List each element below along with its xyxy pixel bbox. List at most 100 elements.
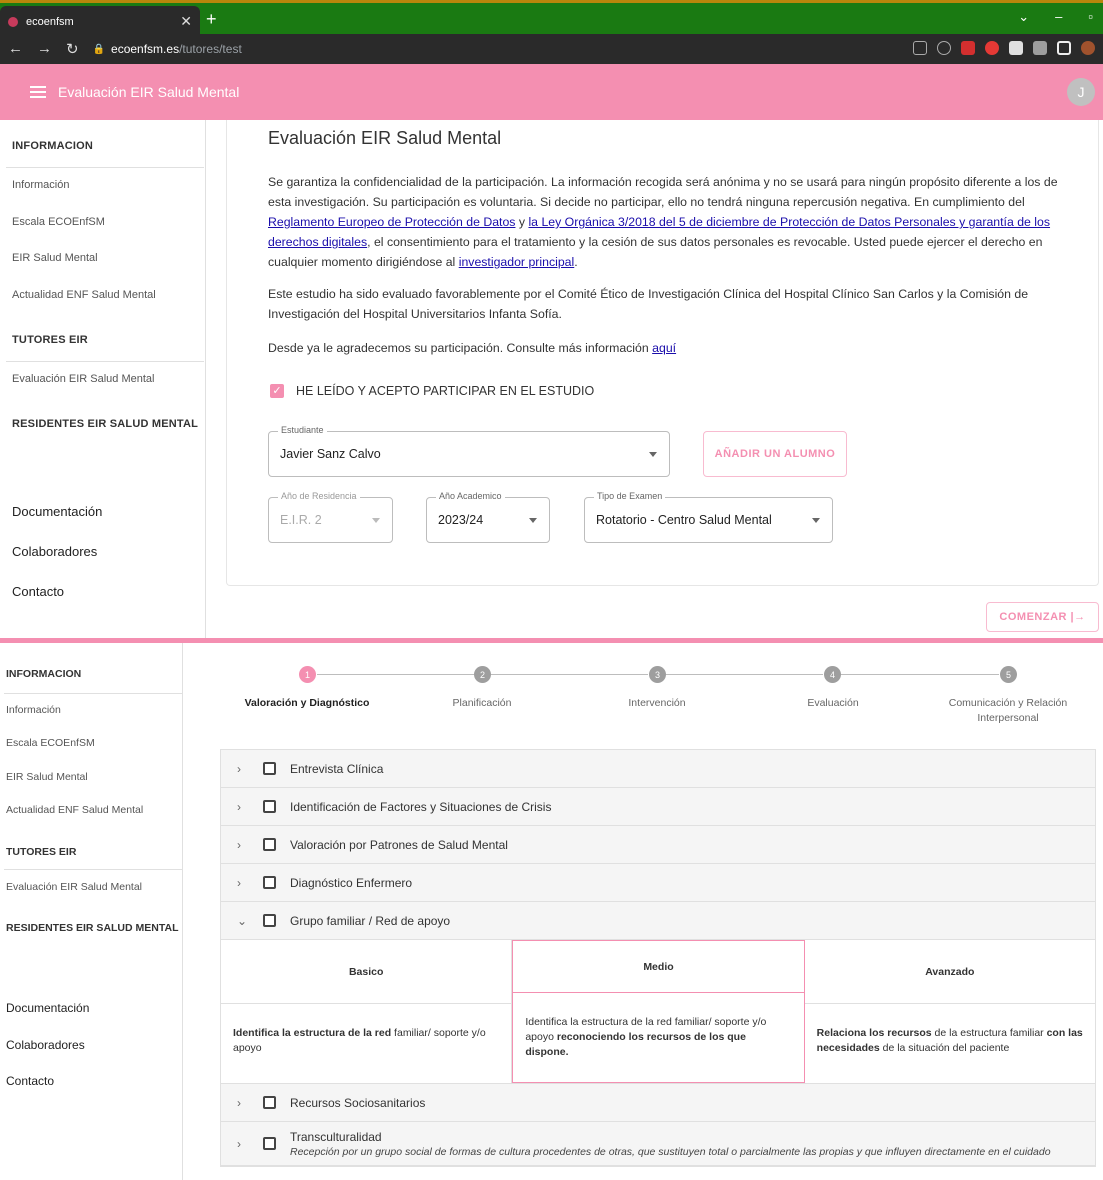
app-title: Evaluación EIR Salud Mental xyxy=(58,84,240,100)
item-checkbox[interactable] xyxy=(263,838,276,851)
accordion-item[interactable]: › Entrevista Clínica xyxy=(221,750,1095,788)
minimize-icon[interactable]: – xyxy=(1055,9,1062,25)
sidebar-item-contacto[interactable]: Contacto xyxy=(6,1074,54,1088)
accordion-item[interactable]: › Valoración por Patrones de Salud Menta… xyxy=(221,826,1095,864)
sidebar-section-informacion: INFORMACION xyxy=(12,140,94,152)
extension-icon[interactable] xyxy=(961,41,975,55)
chevron-right-icon: › xyxy=(237,875,241,890)
sidebar-item-actualidad[interactable]: Actualidad ENF Salud Mental xyxy=(6,804,143,816)
sidebar-item-informacion[interactable]: Información xyxy=(12,179,69,191)
step-2-icon[interactable]: 2 xyxy=(474,666,491,683)
thanks-paragraph: Desde ya le agradecemos su participación… xyxy=(268,341,677,355)
url-field[interactable]: 🔒 ecoenfsm.es /tutores/test xyxy=(92,38,953,60)
sidebar-item-eir[interactable]: EIR Salud Mental xyxy=(6,771,88,783)
sidebar-item-evaluacion[interactable]: Evaluación EIR Salud Mental xyxy=(12,373,154,385)
consent-checkbox-row[interactable]: ✓ HE LEÍDO Y ACEPTO PARTICIPAR EN EL EST… xyxy=(270,384,594,398)
share-icon[interactable] xyxy=(913,41,927,55)
investigator-link[interactable]: investigador principal xyxy=(459,255,575,269)
sidebar-item-contacto[interactable]: Contacto xyxy=(12,584,64,599)
level-medio[interactable]: Medio Identifica la estructura de la red… xyxy=(512,940,805,1083)
accordion-item[interactable]: › Recursos Sociosanitarios xyxy=(221,1084,1095,1122)
item-checkbox[interactable] xyxy=(263,1096,276,1109)
browser-tab[interactable]: ecoenfsm ✕ xyxy=(0,6,200,37)
item-description: Recepción por un grupo social de formas … xyxy=(290,1145,1051,1158)
item-checkbox[interactable] xyxy=(263,876,276,889)
sidebar-section-residentes[interactable]: RESIDENTES EIR SALUD MENTAL xyxy=(12,418,198,430)
extension-icon[interactable] xyxy=(985,41,999,55)
step-1-label[interactable]: Valoración y Diagnóstico xyxy=(222,696,392,711)
sidebar-item-colaboradores[interactable]: Colaboradores xyxy=(12,544,97,559)
sidebar-section-informacion: INFORMACION xyxy=(6,668,82,680)
sidebar-item-eir[interactable]: EIR Salud Mental xyxy=(12,252,98,264)
accordion-item[interactable]: › Identificación de Factores y Situacion… xyxy=(221,788,1095,826)
avatar[interactable]: J xyxy=(1067,78,1095,106)
lock-icon: 🔒 xyxy=(92,43,106,55)
accordion-item[interactable]: › Transculturalidad Recepción por un gru… xyxy=(221,1122,1095,1166)
step-5-label[interactable]: Comunicación y Relación Interpersonal xyxy=(938,696,1078,726)
tab-search-icon[interactable]: ⌄ xyxy=(1018,9,1029,25)
confidentiality-paragraph: Se garantiza la confidencialidad de la p… xyxy=(268,175,1058,269)
item-checkbox[interactable] xyxy=(263,762,276,775)
chevron-right-icon: › xyxy=(237,799,241,814)
accordion-item-expanded[interactable]: ⌄ Grupo familiar / Red de apoyo xyxy=(221,902,1095,940)
sidebar-item-escala[interactable]: Escala ECOEnfSM xyxy=(12,216,105,228)
step-1-icon[interactable]: 1 xyxy=(299,666,316,683)
back-icon[interactable]: ← xyxy=(8,40,23,58)
window-controls: ⌄ – ▫ xyxy=(1018,9,1093,25)
level-grid: Basico Identifica la estructura de la re… xyxy=(221,940,1095,1084)
item-checkbox[interactable] xyxy=(263,1137,276,1150)
sidebar-section-tutores: TUTORES EIR xyxy=(12,334,88,346)
chevron-right-icon: › xyxy=(237,837,241,852)
accordion-item[interactable]: › Diagnóstico Enfermero xyxy=(221,864,1095,902)
profile-icon[interactable] xyxy=(1081,41,1095,55)
browser-tab-bar: ecoenfsm ✕ + ⌄ – ▫ xyxy=(0,0,1103,37)
step-3-icon[interactable]: 3 xyxy=(649,666,666,683)
sidebar-item-informacion[interactable]: Información xyxy=(6,704,61,716)
level-basico[interactable]: Basico Identifica la estructura de la re… xyxy=(221,940,513,1083)
sidebar-item-escala[interactable]: Escala ECOEnfSM xyxy=(6,737,95,749)
add-student-button[interactable]: AÑADIR UN ALUMNO xyxy=(703,431,847,477)
level-avanzado[interactable]: Avanzado Relaciona los recursos de la es… xyxy=(804,940,1095,1083)
chevron-down-icon: ⌄ xyxy=(237,913,248,928)
sidebar-section-residentes[interactable]: RESIDENTES EIR SALUD MENTAL xyxy=(6,922,178,934)
tab-title: ecoenfsm xyxy=(26,15,74,28)
chevron-right-icon: › xyxy=(237,761,241,776)
sidebar-item-documentacion[interactable]: Documentación xyxy=(6,1001,89,1015)
sidebar-secondary: INFORMACION Información Escala ECOEnfSM … xyxy=(0,643,183,1180)
forward-icon[interactable]: → xyxy=(37,40,52,58)
exam-type-select[interactable]: Tipo de Examen Rotatorio - Centro Salud … xyxy=(584,491,833,543)
chevron-down-icon xyxy=(649,452,657,457)
more-info-link[interactable]: aquí xyxy=(652,341,676,355)
sidepanel-icon[interactable] xyxy=(1057,41,1071,55)
step-2-label[interactable]: Planificación xyxy=(422,696,542,711)
sidebar-item-evaluacion[interactable]: Evaluación EIR Salud Mental xyxy=(6,881,142,893)
puzzle-icon[interactable] xyxy=(1033,41,1047,55)
menu-icon[interactable] xyxy=(30,86,46,98)
gdpr-link[interactable]: Reglamento Europeo de Protección de Dato… xyxy=(268,215,515,229)
page-title: Evaluación EIR Salud Mental xyxy=(268,128,502,148)
competency-accordion: › Entrevista Clínica › Identificación de… xyxy=(220,749,1096,1167)
step-4-icon[interactable]: 4 xyxy=(824,666,841,683)
close-tab-icon[interactable]: ✕ xyxy=(180,13,192,30)
consent-checkbox[interactable]: ✓ xyxy=(270,384,284,398)
reload-icon[interactable]: ↻ xyxy=(66,40,79,58)
sidebar-section-tutores: TUTORES EIR xyxy=(6,846,77,858)
step-3-label[interactable]: Intervención xyxy=(597,696,717,711)
start-button[interactable]: COMENZAR |→ xyxy=(986,602,1099,632)
maximize-icon[interactable]: ▫ xyxy=(1088,9,1093,25)
sidebar-item-actualidad[interactable]: Actualidad ENF Salud Mental xyxy=(12,289,156,301)
academic-year-select[interactable]: Año Academico 2023/24 xyxy=(426,491,550,543)
consent-label: HE LEÍDO Y ACEPTO PARTICIPAR EN EL ESTUD… xyxy=(296,384,595,398)
new-tab-icon[interactable]: + xyxy=(206,9,217,30)
item-checkbox[interactable] xyxy=(263,800,276,813)
student-select[interactable]: Estudiante Javier Sanz Calvo xyxy=(268,425,670,477)
sidebar-item-documentacion[interactable]: Documentación xyxy=(12,504,102,519)
extension-icon[interactable] xyxy=(1009,41,1023,55)
url-host: ecoenfsm.es xyxy=(111,42,180,56)
sidebar-item-colaboradores[interactable]: Colaboradores xyxy=(6,1038,85,1052)
bookmark-star-icon[interactable] xyxy=(937,41,951,55)
step-5-icon[interactable]: 5 xyxy=(1000,666,1017,683)
chevron-down-icon xyxy=(529,518,537,523)
step-4-label[interactable]: Evaluación xyxy=(773,696,893,711)
item-checkbox[interactable] xyxy=(263,914,276,927)
